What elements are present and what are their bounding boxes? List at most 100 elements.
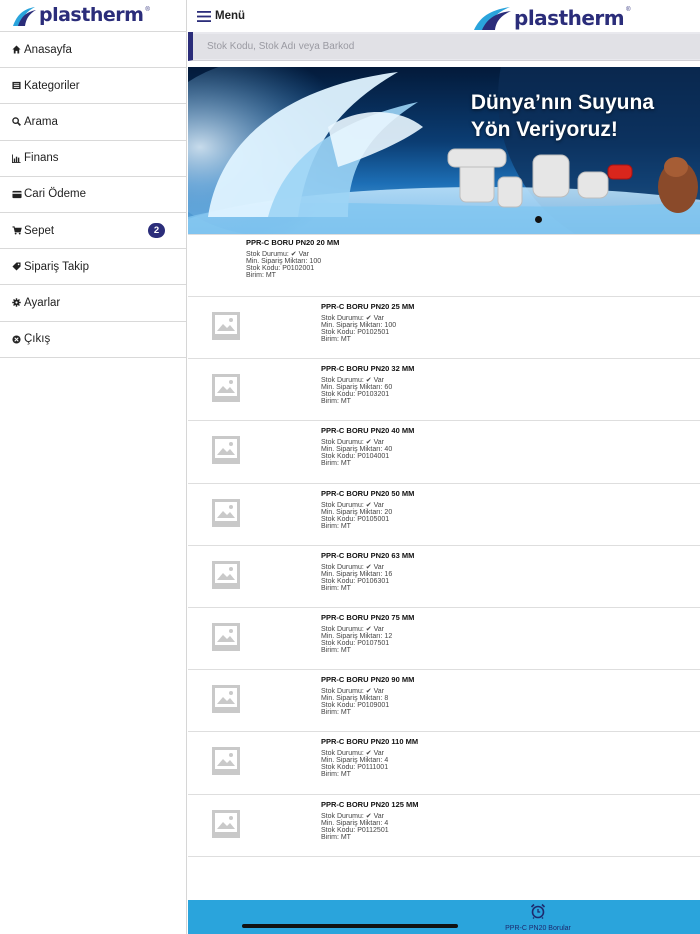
sidebar-item-cikis[interactable]: Çıkış bbox=[0, 322, 186, 358]
min-order: Min. Sipariş Miktarı: 20 bbox=[321, 509, 414, 516]
stock-code: Stok Kodu: P0111001 bbox=[321, 764, 418, 771]
stock-status-value: Var bbox=[298, 251, 309, 258]
product-title[interactable]: PPR-C BORU PN20 40 MM bbox=[321, 426, 414, 435]
product-title[interactable]: PPR-C BORU PN20 20 MM bbox=[246, 238, 339, 247]
unit-label: Birim: bbox=[321, 522, 339, 530]
image-placeholder-icon bbox=[212, 374, 240, 403]
unit: Birim: MT bbox=[321, 647, 414, 654]
sidebar-item-arama[interactable]: Arama bbox=[0, 104, 186, 141]
unit-value: MT bbox=[340, 460, 351, 468]
home-indicator[interactable] bbox=[242, 924, 458, 928]
stock-code-label: Stok Kodu: bbox=[321, 329, 356, 336]
product-title[interactable]: PPR-C BORU PN20 125 MM bbox=[321, 800, 419, 809]
sidebar-item-sepet[interactable]: Sepet 2 bbox=[0, 213, 186, 250]
unit-label: Birim: bbox=[321, 771, 339, 779]
carousel-dot-active[interactable] bbox=[535, 216, 542, 223]
stock-code: Stok Kodu: P0107501 bbox=[321, 640, 414, 647]
product-row[interactable]: PPR-C BORU PN20 75 MM Stok Durumu: ✔ Var M… bbox=[188, 608, 700, 671]
stock-status: Stok Durumu: ✔ Var bbox=[321, 688, 414, 695]
sidebar-item-siparis-takip[interactable]: Sipariş Takip bbox=[0, 249, 186, 286]
product-row[interactable]: PPR-C BORU PN20 20 MM Stok Durumu: ✔ Var M… bbox=[188, 235, 700, 297]
product-title[interactable]: PPR-C BORU PN20 110 MM bbox=[321, 737, 418, 746]
product-row[interactable]: PPR-C BORU PN20 25 MM Stok Durumu: ✔ Var M… bbox=[188, 297, 700, 360]
min-order-label: Min. Sipariş Miktarı: bbox=[321, 508, 383, 516]
checkmark-icon: ✔ bbox=[365, 812, 372, 820]
product-title[interactable]: PPR-C BORU PN20 75 MM bbox=[321, 613, 414, 622]
stock-code: Stok Kodu: P0109001 bbox=[321, 702, 414, 709]
promo-banner[interactable]: Dünya’nın Suyuna Yön Veriyoruz! bbox=[188, 67, 700, 234]
credit-card-icon bbox=[11, 189, 22, 200]
menu-button[interactable]: Menü bbox=[197, 10, 245, 22]
header-logo[interactable]: plastherm ® bbox=[472, 5, 631, 31]
stock-code-label: Stok Kodu: bbox=[321, 391, 356, 399]
product-row[interactable]: PPR-C BORU PN20 90 MM Stok Durumu: ✔ Var M… bbox=[188, 670, 700, 733]
stock-status-label: Stok Durumu: bbox=[246, 251, 289, 258]
stock-status: Stok Durumu: ✔ Var bbox=[321, 502, 414, 509]
product-title[interactable]: PPR-C BORU PN20 50 MM bbox=[321, 489, 414, 498]
stock-status-value: Var bbox=[373, 688, 384, 696]
product-row[interactable]: PPR-C BORU PN20 32 MM Stok Durumu: ✔ Var M… bbox=[188, 359, 700, 422]
stock-code-value: P0106301 bbox=[357, 577, 390, 585]
bar-chart-icon bbox=[11, 153, 22, 164]
image-placeholder-icon bbox=[212, 685, 240, 714]
plastherm-logo: plastherm ® bbox=[11, 5, 150, 27]
sidebar-item-ayarlar[interactable]: Ayarlar bbox=[0, 285, 186, 322]
stock-code-label: Stok Kodu: bbox=[246, 265, 281, 272]
unit-label: Birim: bbox=[321, 584, 339, 592]
product-title[interactable]: PPR-C BORU PN20 32 MM bbox=[321, 364, 414, 373]
search-icon bbox=[11, 116, 22, 127]
product-title[interactable]: PPR-C BORU PN20 63 MM bbox=[321, 551, 414, 560]
sidebar-logo[interactable]: plastherm ® bbox=[0, 0, 186, 31]
tab-ppr-c-pn20-borular[interactable]: PPR-C PN20 Borular bbox=[502, 903, 574, 932]
home-icon bbox=[11, 44, 22, 55]
sidebar-item-label: Finans bbox=[24, 152, 59, 165]
stock-status-label: Stok Durumu: bbox=[321, 377, 364, 385]
stock-code: Stok Kodu: P0102001 bbox=[246, 265, 339, 272]
checkmark-icon: ✔ bbox=[365, 501, 372, 509]
search-input[interactable] bbox=[193, 34, 700, 59]
min-order: Min. Sipariş Miktarı: 100 bbox=[246, 258, 339, 265]
unit-label: Birim: bbox=[246, 272, 264, 279]
checkmark-icon: ✔ bbox=[365, 750, 372, 758]
product-info: PPR-C BORU PN20 75 MM Stok Durumu: ✔ Var M… bbox=[321, 613, 414, 654]
product-info: PPR-C BORU PN20 32 MM Stok Durumu: ✔ Var M… bbox=[321, 364, 414, 405]
product-list: PPR-C BORU PN20 20 MM Stok Durumu: ✔ Var M… bbox=[188, 234, 700, 857]
product-row[interactable]: PPR-C BORU PN20 50 MM Stok Durumu: ✔ Var M… bbox=[188, 484, 700, 546]
bottom-tab-bar: PPR-C PN20 Borular bbox=[188, 900, 700, 934]
product-info: PPR-C BORU PN20 110 MM Stok Durumu: ✔ Var… bbox=[321, 737, 418, 778]
stock-code-label: Stok Kodu: bbox=[321, 577, 356, 585]
banner-line-2: Yön Veriyoruz! bbox=[470, 118, 618, 141]
product-row[interactable]: PPR-C BORU PN20 110 MM Stok Durumu: ✔ Var… bbox=[188, 732, 700, 795]
sidebar-item-anasayfa[interactable]: Anasayfa bbox=[0, 32, 186, 69]
stock-code-label: Stok Kodu: bbox=[321, 702, 356, 710]
unit-value: MT bbox=[340, 709, 351, 717]
image-placeholder-icon bbox=[212, 498, 240, 527]
unit: Birim: MT bbox=[321, 398, 414, 405]
unit: Birim: MT bbox=[321, 336, 414, 343]
unit-value: MT bbox=[340, 833, 351, 841]
sidebar-item-cari-odeme[interactable]: Cari Ödeme bbox=[0, 177, 186, 213]
product-info: PPR-C BORU PN20 20 MM Stok Durumu: ✔ Var M… bbox=[246, 238, 339, 279]
cart-count-badge: 2 bbox=[148, 222, 165, 238]
product-row[interactable]: PPR-C BORU PN20 125 MM Stok Durumu: ✔ Var… bbox=[188, 795, 700, 857]
product-row[interactable]: PPR-C BORU PN20 63 MM Stok Durumu: ✔ Var M… bbox=[188, 546, 700, 608]
checkmark-icon: ✔ bbox=[365, 625, 372, 633]
unit: Birim: MT bbox=[321, 523, 414, 530]
product-title[interactable]: PPR-C BORU PN20 90 MM bbox=[321, 675, 414, 684]
stock-code-value: P0107501 bbox=[357, 639, 390, 647]
stock-code-label: Stok Kodu: bbox=[321, 826, 356, 834]
sidebar-item-kategoriler[interactable]: Kategoriler bbox=[0, 68, 186, 105]
plastherm-swoosh-icon bbox=[474, 7, 511, 30]
unit-value: MT bbox=[265, 272, 276, 279]
product-title[interactable]: PPR-C BORU PN20 25 MM bbox=[321, 302, 414, 311]
min-order-value: 8 bbox=[384, 695, 389, 703]
unit-value: MT bbox=[340, 398, 351, 406]
stock-code-value: P0104001 bbox=[357, 453, 390, 461]
min-order-label: Min. Sipariş Miktarı: bbox=[321, 446, 383, 454]
image-placeholder-icon bbox=[212, 747, 240, 776]
min-order: Min. Sipariş Miktarı: 12 bbox=[321, 633, 414, 640]
product-row[interactable]: PPR-C BORU PN20 40 MM Stok Durumu: ✔ Var M… bbox=[188, 421, 700, 484]
min-order-label: Min. Sipariş Miktarı: bbox=[321, 322, 383, 329]
stock-status: Stok Durumu: ✔ Var bbox=[321, 564, 414, 571]
sidebar-item-finans[interactable]: Finans bbox=[0, 141, 186, 177]
